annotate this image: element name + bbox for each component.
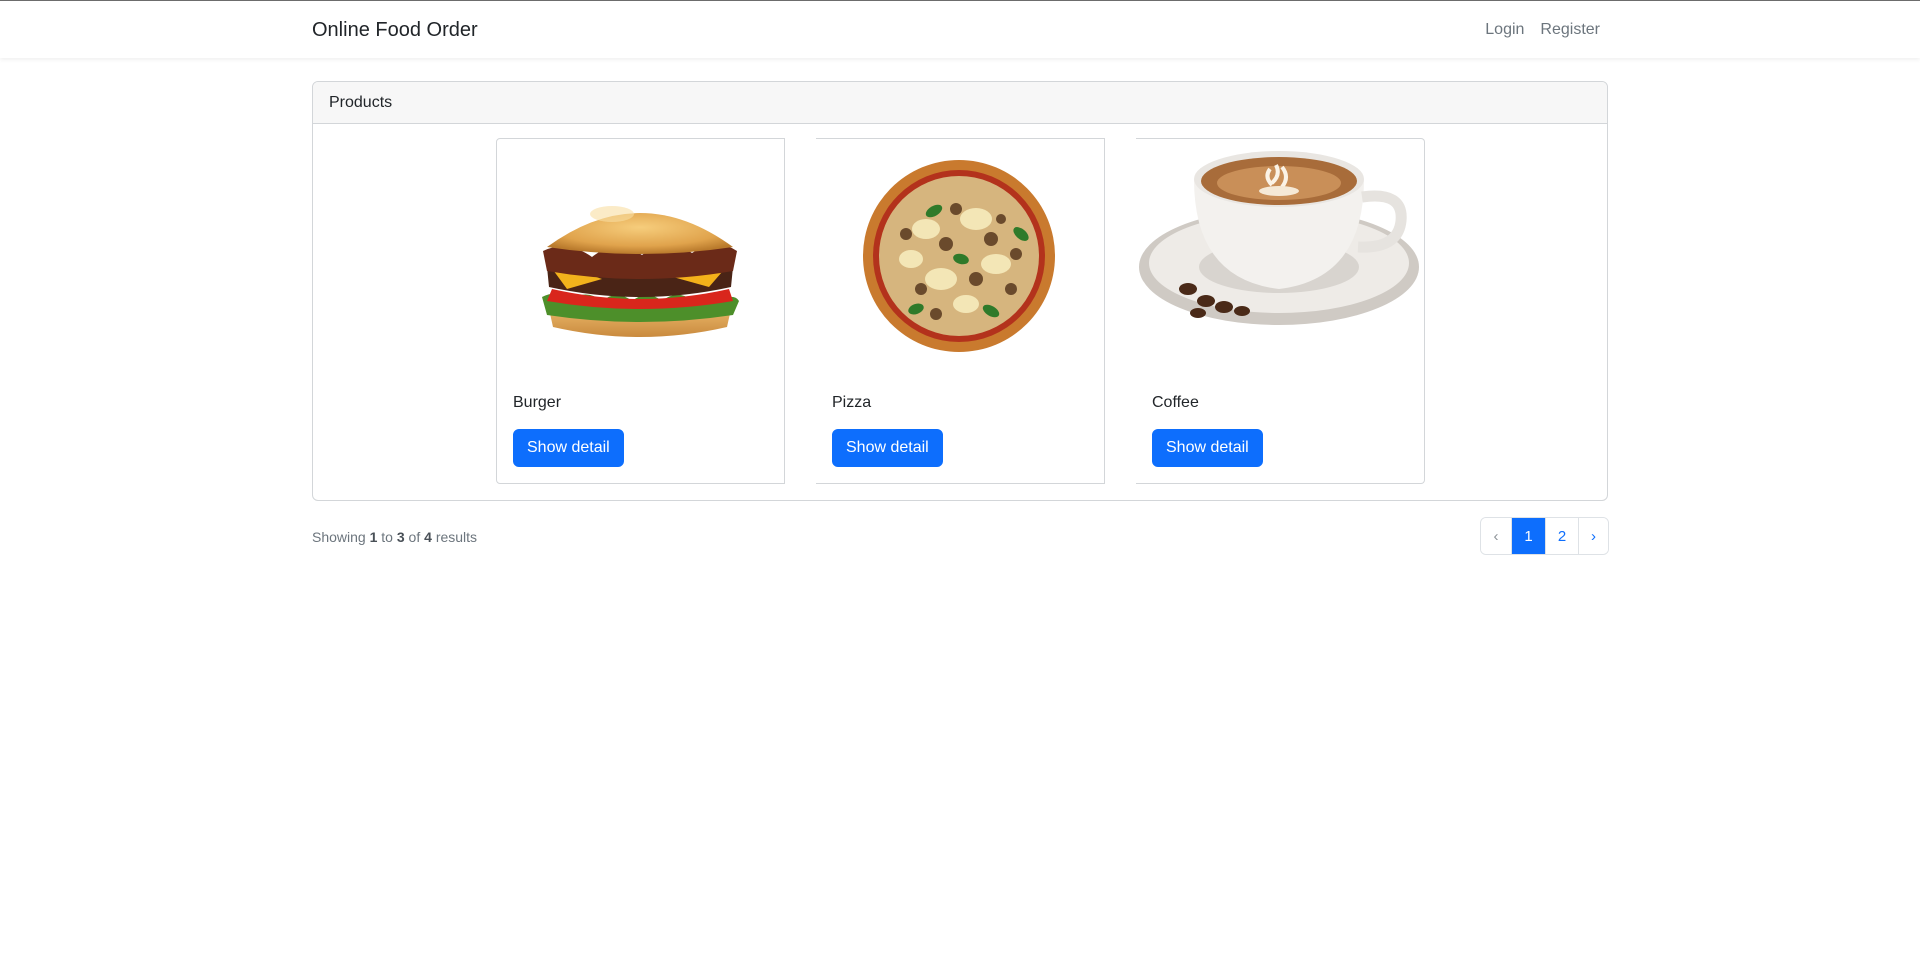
product-name: Pizza [832, 394, 872, 411]
product-card-burger: Burger Show detail [496, 138, 785, 484]
pagination-next-button[interactable]: › [1578, 518, 1608, 554]
pagination: ‹ 1 2 › [1480, 517, 1609, 555]
brand-link[interactable]: Online Food Order [312, 18, 478, 42]
show-detail-button-burger[interactable]: Show detail [513, 429, 624, 467]
nav-links: Login Register [1485, 20, 1600, 40]
login-link[interactable]: Login [1485, 20, 1524, 40]
top-navbar: Online Food Order Login Register [0, 0, 1920, 58]
product-name: Coffee [1152, 394, 1199, 411]
results-summary: Showing 1 to 3 of 4 results [312, 529, 478, 545]
pagination-page-2[interactable]: 2 [1545, 518, 1578, 554]
product-card-coffee: Coffee Show detail [1136, 138, 1425, 484]
product-name: Burger [513, 394, 562, 411]
show-detail-button-pizza[interactable]: Show detail [832, 429, 943, 467]
pizza-image [863, 160, 1055, 352]
coffee-cup-image [1139, 151, 1419, 325]
register-link[interactable]: Register [1540, 20, 1600, 40]
product-card-pizza: Pizza Show detail [816, 138, 1105, 484]
pagination-page-1[interactable]: 1 [1511, 518, 1545, 554]
pagination-prev-button[interactable]: ‹ [1481, 518, 1511, 554]
show-detail-button-coffee[interactable]: Show detail [1152, 429, 1263, 467]
panel-header: Products [313, 82, 1607, 124]
burger-image [542, 206, 739, 337]
